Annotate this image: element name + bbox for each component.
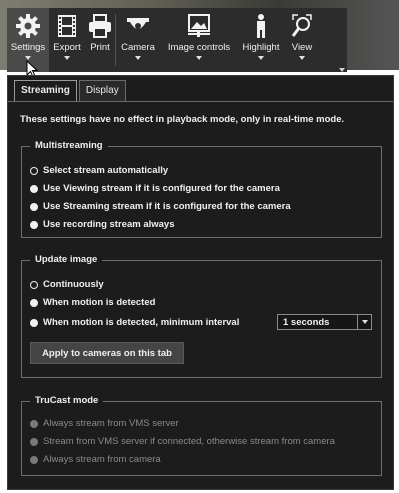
radio-unselected-icon — [30, 298, 38, 307]
interval-value: 1 seconds — [283, 316, 330, 328]
chevron-down-icon — [258, 56, 264, 60]
radio-disabled-icon — [30, 455, 38, 464]
settings-tabs: Streaming Display — [14, 80, 128, 101]
main-toolbar: Settings Export Print Camera Image contr… — [7, 8, 347, 72]
radio-unselected-icon — [30, 202, 38, 211]
chevron-down-icon — [196, 56, 202, 60]
option-label: Always stream from camera — [43, 454, 161, 465]
radio-disabled-icon — [30, 419, 38, 428]
radio-use-viewing-stream[interactable]: Use Viewing stream if it is configured f… — [30, 183, 280, 194]
option-label: Stream from VMS server if connected, oth… — [43, 436, 335, 447]
option-label: Always stream from VMS server — [43, 418, 179, 429]
view-label: View — [291, 42, 313, 53]
settings-label: Settings — [10, 42, 46, 53]
tab-streaming[interactable]: Streaming — [14, 80, 77, 101]
camera-label: Camera — [121, 42, 155, 53]
option-label: Use recording stream always — [43, 219, 175, 230]
camera-button[interactable]: Camera — [116, 8, 160, 72]
print-button[interactable]: Print — [85, 8, 115, 72]
multistreaming-group: Multistreaming Select stream automatical… — [21, 140, 382, 238]
apply-to-cameras-button[interactable]: Apply to cameras on this tab — [30, 342, 184, 364]
printer-icon — [89, 14, 111, 38]
radio-unselected-icon — [30, 184, 38, 193]
trucast-title: TruCast mode — [30, 395, 104, 406]
film-icon — [58, 15, 76, 37]
highlight-person-icon — [257, 14, 265, 38]
trucast-group: TruCast mode Always stream from VMS serv… — [21, 395, 382, 476]
radio-use-recording-stream[interactable]: Use recording stream always — [30, 219, 174, 230]
export-button[interactable]: Export — [49, 8, 85, 72]
toolbar-overflow-chevron-icon[interactable] — [339, 68, 345, 72]
multistreaming-title: Multistreaming — [30, 140, 108, 151]
update-image-group: Update image Continuously When motion is… — [21, 254, 382, 378]
radio-selected-icon — [30, 280, 38, 289]
option-label: Use Streaming stream if it is configured… — [43, 201, 291, 212]
option-label: When motion is detected — [43, 297, 156, 308]
radio-always-vms-server: Always stream from VMS server — [30, 418, 179, 429]
image-controls-label: Image controls — [167, 42, 231, 53]
radio-continuously[interactable]: Continuously — [30, 279, 104, 290]
radio-disabled-icon — [30, 437, 38, 446]
radio-when-motion-detected[interactable]: When motion is detected — [30, 297, 155, 308]
image-controls-icon — [188, 14, 210, 37]
radio-use-streaming-stream[interactable]: Use Streaming stream if it is configured… — [30, 201, 291, 212]
update-image-title: Update image — [30, 254, 103, 265]
export-label: Export — [53, 42, 81, 53]
tab-divider — [8, 101, 393, 102]
radio-vms-server-if-connected: Stream from VMS server if connected, oth… — [30, 436, 335, 447]
option-label: When motion is detected, minimum interva… — [43, 317, 240, 328]
interval-dropdown[interactable]: 1 seconds — [277, 314, 372, 330]
tab-display[interactable]: Display — [78, 80, 126, 101]
image-controls-button[interactable]: Image controls — [160, 8, 238, 72]
option-label: Select stream automatically — [43, 165, 169, 176]
camera-icon — [127, 18, 149, 29]
view-button[interactable]: View — [284, 8, 320, 72]
gear-icon — [16, 14, 40, 38]
highlight-button[interactable]: Highlight — [238, 8, 284, 72]
radio-always-camera: Always stream from camera — [30, 454, 161, 465]
chevron-down-icon — [299, 56, 305, 60]
info-text: These settings have no effect in playbac… — [20, 114, 345, 125]
chevron-down-icon — [135, 56, 141, 60]
radio-selected-icon — [30, 166, 38, 175]
option-label: Continuously — [43, 279, 104, 290]
highlight-label: Highlight — [242, 42, 280, 53]
option-label: Use Viewing stream if it is configured f… — [43, 183, 280, 194]
radio-motion-min-interval[interactable]: When motion is detected, minimum interva… — [30, 317, 239, 328]
chevron-down-icon — [64, 56, 70, 60]
chevron-down-icon[interactable] — [357, 315, 371, 329]
settings-panel: Streaming Display These settings have no… — [7, 75, 394, 490]
view-magnifier-icon — [291, 14, 312, 37]
print-label: Print — [90, 42, 110, 53]
radio-unselected-icon — [30, 220, 38, 229]
radio-select-stream-automatically[interactable]: Select stream automatically — [30, 165, 168, 176]
radio-unselected-icon — [30, 318, 38, 327]
